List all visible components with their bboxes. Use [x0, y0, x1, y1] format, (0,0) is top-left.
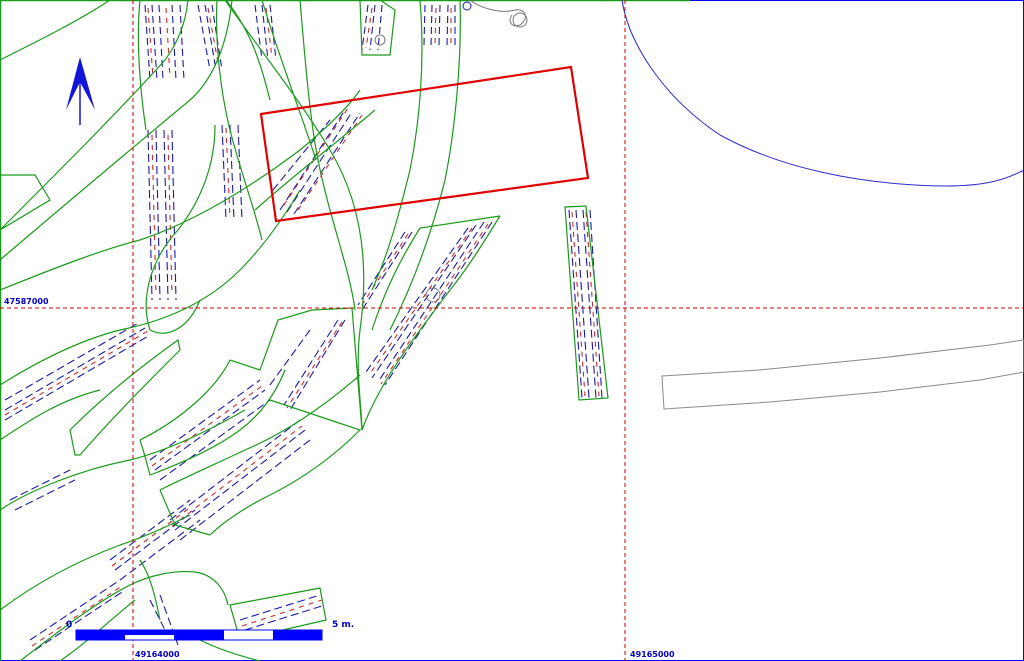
map-frame [0, 0, 1024, 661]
northing-label: 47587000 [4, 297, 49, 306]
easting-label-left: 49164000 [135, 650, 180, 659]
map-svg: 47587000 49164000 49165000 0 5 m. [0, 0, 1024, 661]
scale-start-label: 0 [66, 620, 72, 630]
map-canvas[interactable]: 47587000 49164000 49165000 0 5 m. [0, 0, 1024, 661]
scale-end-label: 5 m. [332, 620, 354, 630]
easting-label-right: 49165000 [630, 650, 675, 659]
